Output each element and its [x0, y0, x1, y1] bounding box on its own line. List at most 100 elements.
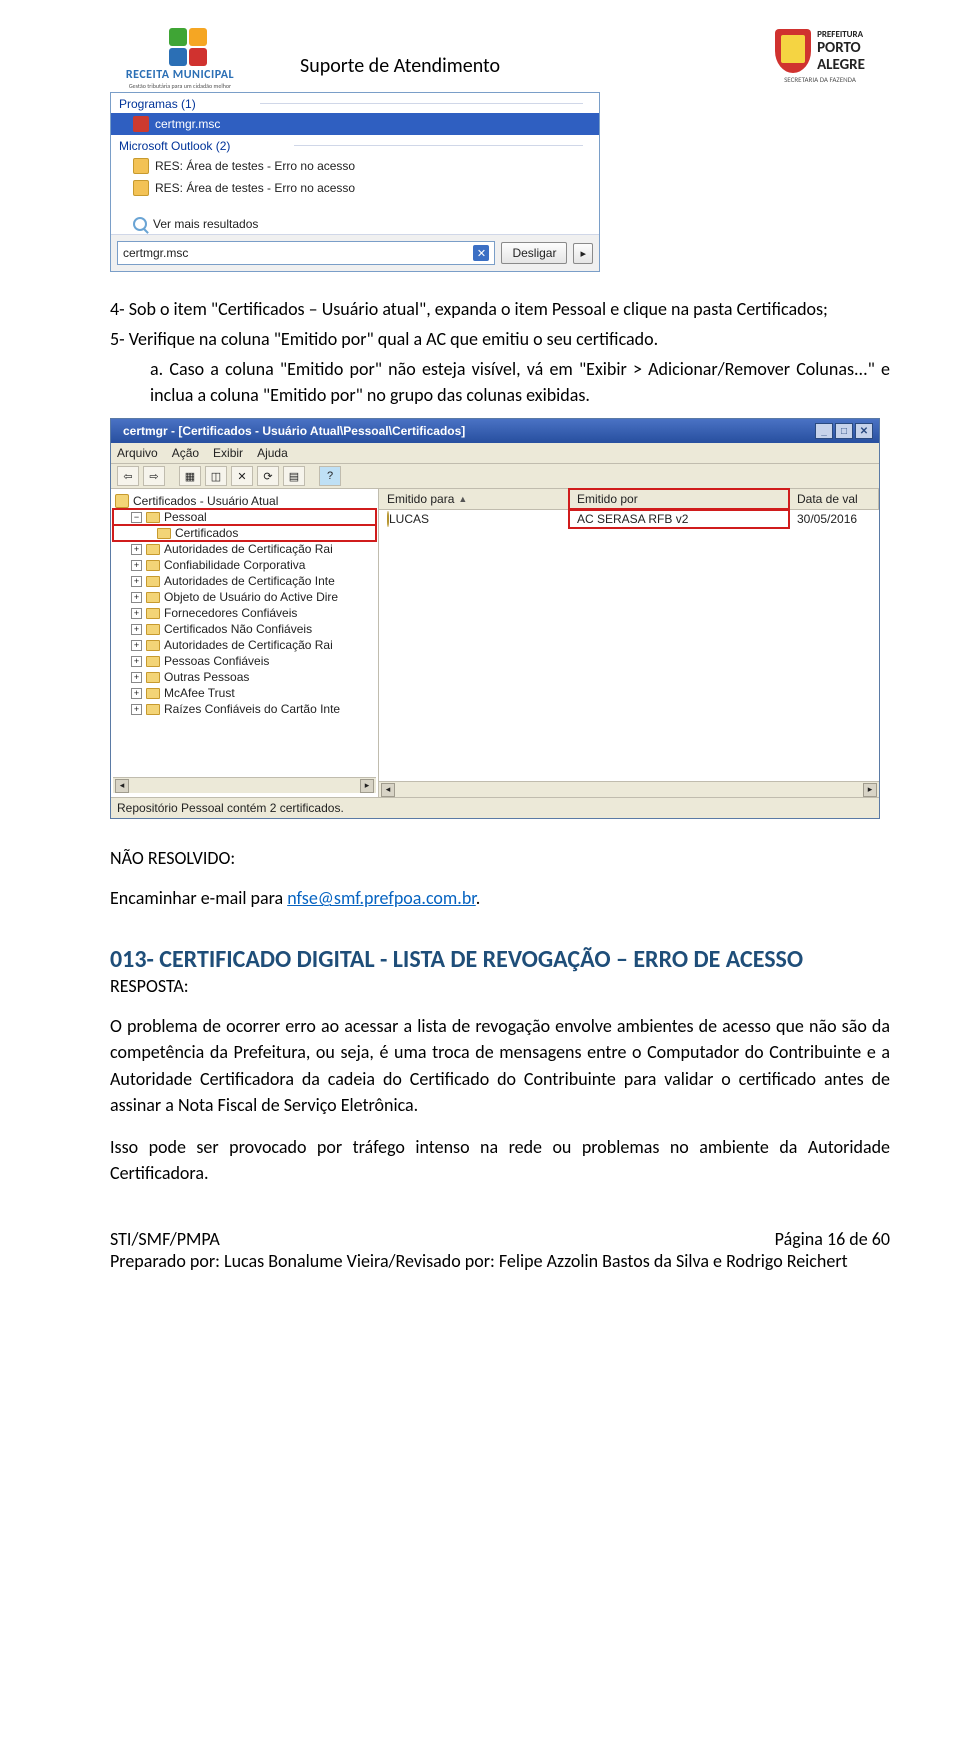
tree-label: Autoridades de Certificação Inte [164, 574, 335, 588]
search-result-mail-1[interactable]: RES: Área de testes - Erro no acesso [111, 155, 599, 177]
search-result-mail-2[interactable]: RES: Área de testes - Erro no acesso [111, 177, 599, 199]
certmgr-statusbar: Repositório Pessoal contém 2 certificado… [111, 797, 879, 818]
folder-icon [146, 592, 160, 603]
certmgr-tree[interactable]: Certificados - Usuário Atual − Pessoal C… [111, 489, 379, 797]
minimize-button[interactable]: _ [815, 423, 833, 439]
tree-item[interactable]: +Outras Pessoas [113, 669, 376, 685]
logo-right-line1: PREFEITURA [817, 30, 865, 39]
folder-icon [146, 608, 160, 619]
menu-exibir[interactable]: Exibir [213, 446, 243, 460]
email-link[interactable]: nfse@smf.prefpoa.com.br [287, 887, 476, 909]
scroll-left-icon[interactable]: ◂ [381, 783, 395, 797]
menu-acao[interactable]: Ação [172, 446, 199, 460]
tree-pessoal[interactable]: − Pessoal [113, 509, 376, 525]
expand-icon[interactable]: + [131, 640, 142, 651]
tree-item[interactable]: +Objeto de Usuário do Active Dire [113, 589, 376, 605]
col-emitido-por[interactable]: Emitido por [569, 489, 789, 509]
expand-icon[interactable]: + [131, 544, 142, 555]
tool-btn-3[interactable]: ✕ [231, 466, 253, 486]
tree-certificados[interactable]: Certificados [113, 525, 376, 541]
tool-btn-4[interactable]: ⟳ [257, 466, 279, 486]
folder-icon [146, 512, 160, 523]
col-label: Emitido para [387, 492, 454, 506]
tree-item[interactable]: + Fornecedores Confiáveis [113, 605, 376, 621]
shutdown-button[interactable]: Desligar [501, 242, 567, 264]
certmgr-title-text: certmgr - [Certificados - Usuário Atual\… [123, 424, 465, 438]
expand-icon[interactable]: + [131, 704, 142, 715]
section-013-p1: O problema de ocorrer erro ao acessar a … [110, 1013, 890, 1117]
folder-icon [146, 560, 160, 571]
expand-icon[interactable]: + [131, 656, 142, 667]
col-emitido-para[interactable]: Emitido para ▲ [379, 489, 569, 509]
result-label: RES: Área de testes - Erro no acesso [155, 159, 355, 173]
maximize-button[interactable]: □ [835, 423, 853, 439]
logo-right-line3: ALEGRE [817, 58, 865, 73]
clear-icon[interactable]: ✕ [473, 245, 489, 261]
search-see-more[interactable]: Ver mais resultados [111, 199, 599, 234]
tree-label: Confiabilidade Corporativa [164, 558, 305, 572]
tree-label: Certificados Não Confiáveis [164, 622, 312, 636]
col-data-validade[interactable]: Data de val [789, 489, 879, 509]
expand-icon[interactable]: + [131, 672, 142, 683]
col-label: Data de val [797, 492, 858, 506]
nao-resolvido-text: Encaminhar e-mail para nfse@smf.prefpoa.… [110, 887, 890, 909]
search-input[interactable]: certmgr.msc ✕ [117, 241, 495, 265]
certmgr-menubar: Arquivo Ação Exibir Ajuda [111, 443, 879, 463]
tree-label: McAfee Trust [164, 686, 235, 700]
scroll-right-icon[interactable]: ▸ [360, 779, 374, 793]
footer-left: STI/SMF/PMPA [110, 1228, 220, 1250]
section-label-text: Microsoft Outlook (2) [119, 139, 230, 153]
page-header: RECEITA MUNICIPAL Gestão tributária para… [110, 28, 890, 88]
tree-item[interactable]: +Raízes Confiáveis do Cartão Inte [113, 701, 376, 717]
list-scrollbar[interactable]: ◂ ▸ [379, 781, 879, 797]
tree-scrollbar[interactable]: ◂ ▸ [113, 777, 376, 793]
expand-icon[interactable]: + [131, 592, 142, 603]
tool-btn-2[interactable]: ◫ [205, 466, 227, 486]
tree-item[interactable]: + Confiabilidade Corporativa [113, 557, 376, 573]
tool-btn-1[interactable]: ▦ [179, 466, 201, 486]
tool-help-button[interactable]: ? [319, 466, 341, 486]
tree-root[interactable]: Certificados - Usuário Atual [113, 493, 376, 509]
search-input-value: certmgr.msc [123, 246, 188, 260]
certmgr-window: certmgr - [Certificados - Usuário Atual\… [110, 418, 880, 819]
expand-icon[interactable]: + [131, 688, 142, 699]
scroll-right-icon[interactable]: ▸ [863, 783, 877, 797]
tree-item[interactable]: + Autoridades de Certificação Inte [113, 573, 376, 589]
tree-label: Certificados - Usuário Atual [133, 494, 278, 508]
result-label: certmgr.msc [155, 117, 220, 131]
mail-icon [133, 158, 149, 174]
search-section-outlook: Microsoft Outlook (2) [111, 135, 599, 155]
tree-item[interactable]: + Certificados Não Confiáveis [113, 621, 376, 637]
search-bottom-bar: certmgr.msc ✕ Desligar ▸ [111, 234, 599, 271]
close-button[interactable]: ✕ [855, 423, 873, 439]
shutdown-options-arrow[interactable]: ▸ [573, 243, 593, 264]
tree-item[interactable]: + Pessoas Confiáveis [113, 653, 376, 669]
menu-ajuda[interactable]: Ajuda [257, 446, 288, 460]
search-result-certmgr[interactable]: certmgr.msc [111, 113, 599, 135]
sort-asc-icon: ▲ [458, 494, 467, 504]
nav-fwd-button[interactable]: ⇨ [143, 466, 165, 486]
tree-label: Pessoas Confiáveis [164, 654, 269, 668]
tool-btn-5[interactable]: ▤ [283, 466, 305, 486]
tree-label: Autoridades de Certificação Rai [164, 542, 333, 556]
certmgr-titlebar: certmgr - [Certificados - Usuário Atual\… [111, 419, 879, 443]
msc-icon [133, 116, 149, 132]
scroll-left-icon[interactable]: ◂ [115, 779, 129, 793]
list-row[interactable]: LUCAS AC SERASA RFB v2 30/05/2016 [379, 510, 879, 528]
expand-icon[interactable]: + [131, 576, 142, 587]
cell-text: AC SERASA RFB v2 [577, 512, 688, 526]
menu-arquivo[interactable]: Arquivo [117, 446, 158, 460]
cell-emitido-para: LUCAS [379, 510, 569, 528]
tree-item[interactable]: + Autoridades de Certificação Rai [113, 541, 376, 557]
expand-icon[interactable]: + [131, 560, 142, 571]
tree-item[interactable]: +Autoridades de Certificação Rai [113, 637, 376, 653]
folder-icon [146, 688, 160, 699]
tree-item[interactable]: + McAfee Trust [113, 685, 376, 701]
page-title: Suporte de Atendimento [250, 54, 750, 78]
tree-label: Fornecedores Confiáveis [164, 606, 297, 620]
collapse-icon[interactable]: − [131, 512, 142, 523]
expand-icon[interactable]: + [131, 608, 142, 619]
nav-back-button[interactable]: ⇦ [117, 466, 139, 486]
expand-icon[interactable]: + [131, 624, 142, 635]
cell-data: 30/05/2016 [789, 510, 879, 528]
